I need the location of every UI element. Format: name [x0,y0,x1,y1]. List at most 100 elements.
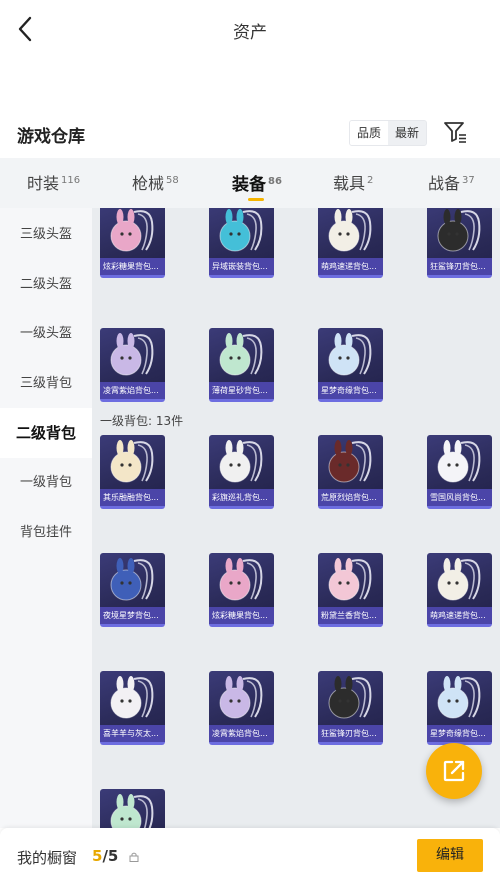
mint-backpack-icon [219,333,263,376]
active-tab-indicator [248,198,264,201]
tab-equipment[interactable]: 装备 86 [232,170,282,195]
lock-icon [129,852,139,862]
tab-label: 战备 [428,174,461,193]
swan-backpack-icon [328,333,372,376]
donut-backpack-icon [110,209,154,252]
tab-firearms[interactable]: 枪械 58 [132,170,179,194]
backpack-card[interactable]: 异域嵌装背包... [209,208,274,278]
tab-label: 装备 [232,175,266,195]
sidebar-item-backpack-lv2[interactable]: 二级背包 [0,408,92,458]
tab-count: 58 [166,175,179,186]
backpack-card[interactable]: 粉黛兰香背包... [318,553,383,627]
showcase-total: /5 [102,847,119,865]
sort-quality-button[interactable]: 品质 [350,121,389,145]
chick-backpack-icon [328,209,372,252]
tab-label: 载具 [333,174,366,193]
shark-backpack-icon [328,676,372,719]
backpack-card[interactable]: 喜羊羊与灰太... [100,671,165,745]
mint-backpack-icon [110,794,154,828]
item-grid: 一级背包: 13件 炫彩糖果背包... 异域嵌装背包... 萌鸡速递背包... 狂鲨锋… [92,208,500,828]
tab-count: 2 [367,175,374,186]
bunny-backpack-icon [219,676,263,719]
space-backpack-icon [110,558,154,601]
section-title: 游戏仓库 [17,127,85,147]
backpack-card-label: 凌霄紫焰背包... [209,725,274,742]
share-button[interactable] [426,743,482,799]
sidebar-item-backpack-pendant[interactable]: 背包挂件 [0,508,92,558]
shark-backpack-icon [437,209,481,252]
category-tabs: 时装 116 枪械 58 装备 86 载具 2 战备 37 [0,158,500,208]
backpack-card[interactable]: 萌鸡速递背包... [427,553,492,627]
backpack-card-label: 萌鸡速递背包... [318,258,383,275]
sidebar-item-helmet-lv1[interactable]: 一级头盔 [0,309,92,359]
sidebar-item-backpack-lv1[interactable]: 一级背包 [0,458,92,508]
backpack-card[interactable]: 夜境星梦背包... [100,553,165,627]
fox-backpack-icon [328,440,372,483]
tab-count: 116 [61,175,81,186]
swan-backpack-icon [437,676,481,719]
showcase-current: 5 [92,847,103,865]
subcategory-sidebar: 三级头盔 二级头盔 一级头盔 三级背包 二级背包 一级背包 背包挂件 [0,208,92,828]
tech-backpack-icon [219,209,263,252]
backpack-card-label: 炫彩糖果背包... [100,258,165,275]
backpack-card-label: 星梦奇缘背包... [318,382,383,399]
tab-label: 枪械 [132,174,165,193]
backpack-card[interactable]: 星梦奇缘背包... [427,671,492,745]
external-link-icon [443,760,465,782]
bottom-bar: 我的橱窗 5/5 编辑 [0,828,500,885]
group-header-backpack-lv1: 一级背包: 13件 [100,414,184,428]
backpack-card[interactable]: 其乐融融背包... [100,435,165,509]
tab-vehicles[interactable]: 载具 2 [333,170,373,194]
backpack-card[interactable]: 炫彩糖果背包... [209,553,274,627]
showcase-count: 5/5 [92,847,118,865]
tab-count: 86 [268,176,282,187]
backpack-card-label: 薄荷星砂背包... [209,382,274,399]
backpack-card[interactable]: 凌霄紫焰背包... [100,328,165,402]
backpack-card-label: 荒原烈焰背包... [318,489,383,506]
bunny-backpack-icon [110,333,154,376]
backpack-card-label: 凌霄紫焰背包... [100,382,165,399]
backpack-card[interactable]: 萌鸡速递背包... [318,208,383,278]
backpack-card-label: 炫彩糖果背包... [209,607,274,624]
tab-combat-gear[interactable]: 战备 37 [428,170,475,194]
snow-backpack-icon [437,440,481,483]
backpack-card-label: 粉黛兰香背包... [318,607,383,624]
backpack-card[interactable]: 雪国风尚背包... [427,435,492,509]
sidebar-item-helmet-lv3[interactable]: 三级头盔 [0,210,92,260]
backpack-card-label: 夜境星梦背包... [100,607,165,624]
bunny-backpack-icon [219,440,263,483]
backpack-card[interactable]: 彩旗巡礼背包... [209,435,274,509]
backpack-card[interactable] [100,789,165,828]
donut-backpack-icon [219,558,263,601]
sidebar-item-helmet-lv2[interactable]: 二级头盔 [0,260,92,310]
sort-latest-button[interactable]: 最新 [388,121,426,145]
backpack-card[interactable]: 狂鲨锋刃背包... [427,208,492,278]
backpack-card[interactable]: 狂鲨锋刃背包... [318,671,383,745]
chick-backpack-icon [437,558,481,601]
backpack-card-label: 狂鲨锋刃背包... [318,725,383,742]
backpack-card-label: 狂鲨锋刃背包... [427,258,492,275]
backpack-card[interactable]: 薄荷星砂背包... [209,328,274,402]
backpack-card[interactable]: 凌霄紫焰背包... [209,671,274,745]
tab-label: 时装 [27,174,60,193]
sort-toggle[interactable]: 品质 最新 [349,120,428,146]
backpack-card[interactable]: 荒原烈焰背包... [318,435,383,509]
section-header: 游戏仓库 品质 最新 [0,114,500,156]
edit-button[interactable]: 编辑 [417,839,483,872]
backpack-card-label: 喜羊羊与灰太... [100,725,165,742]
page-title: 资产 [233,23,267,43]
filter-icon[interactable] [442,120,468,144]
tab-fashion[interactable]: 时装 116 [27,170,80,194]
sidebar-item-backpack-lv3[interactable]: 三级背包 [0,359,92,409]
cake-backpack-icon [110,440,154,483]
top-bar: 资产 [0,0,500,58]
pink-bunny-backpack-icon [328,558,372,601]
backpack-card-label: 彩旗巡礼背包... [209,489,274,506]
backpack-card[interactable]: 炫彩糖果背包... [100,208,165,278]
backpack-card-label: 雪国风尚背包... [427,489,492,506]
tab-count: 37 [462,175,475,186]
showcase-label: 我的橱窗 [17,849,78,867]
backpack-card-label: 星梦奇缘背包... [427,725,492,742]
backpack-card[interactable]: 星梦奇缘背包... [318,328,383,402]
sheep-backpack-icon [110,676,154,719]
